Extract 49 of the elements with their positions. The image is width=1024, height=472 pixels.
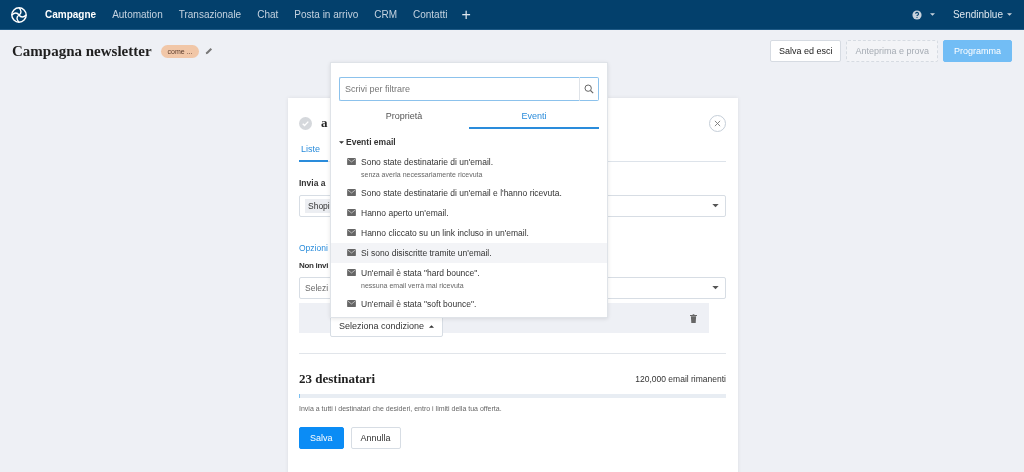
envelope-icon [347, 189, 356, 196]
help-menu-button[interactable] [911, 9, 935, 20]
event-option[interactable]: Hanno cliccato su un link incluso in un'email. [331, 223, 607, 243]
envelope-icon [347, 300, 356, 307]
search-icon[interactable] [584, 84, 594, 94]
add-menu-button[interactable]: + [461, 5, 471, 24]
envelope-icon [347, 158, 356, 165]
filter-field[interactable]: Scrivi per filtrare [339, 77, 579, 101]
event-option[interactable]: Si sono disiscritte tramite un'email. [331, 243, 607, 263]
caret-icon [339, 139, 344, 145]
caret-icon [929, 12, 935, 17]
field-label: Non invi [299, 261, 330, 270]
caret-icon [712, 204, 719, 208]
card-title: a [321, 115, 328, 131]
nav-item[interactable]: Campagne [45, 9, 97, 20]
nav-item[interactable]: Chat [257, 9, 279, 20]
nav-item[interactable]: Automation [112, 9, 163, 20]
check-icon [299, 116, 312, 130]
logo-icon[interactable] [10, 5, 28, 24]
list-tab[interactable]: Liste [299, 141, 328, 162]
envelope-icon [347, 229, 356, 236]
header-button[interactable]: Salva ed esci [769, 40, 842, 62]
remaining-emails: 120,000 email rimanenti [635, 374, 726, 384]
caret-icon [429, 324, 435, 328]
account-menu-button[interactable]: Sendinblue [952, 9, 1012, 20]
dropdown-tab[interactable]: Proprietà [339, 106, 469, 129]
campaign-title: Campagna newsletter [12, 42, 152, 60]
nav-item[interactable]: Contatti [413, 9, 448, 20]
envelope-icon [347, 269, 356, 276]
envelope-icon [347, 209, 356, 216]
nav-item[interactable]: CRM [374, 9, 397, 20]
caret-icon [712, 286, 719, 290]
form-button[interactable]: Annulla [350, 427, 401, 449]
event-option[interactable]: Un'email è stata "soft bounce". [331, 294, 607, 314]
dropdown-tab[interactable]: Eventi [469, 106, 599, 129]
close-icon [714, 119, 721, 127]
group-header[interactable]: Eventi email [339, 137, 396, 147]
nav-item[interactable]: Transazionale [178, 9, 242, 20]
nav-item[interactable]: Posta in arrivo [294, 9, 359, 20]
pencil-icon[interactable] [205, 47, 214, 55]
recipients-count: 23 destinatari [299, 371, 376, 387]
close-button[interactable] [709, 114, 726, 132]
trash-icon[interactable] [690, 313, 697, 323]
event-option[interactable]: Sono state destinatarie di un'email e l'hanno ricevuta. [331, 183, 607, 203]
caret-icon [1007, 12, 1012, 17]
envelope-icon [347, 249, 356, 256]
help-icon [911, 9, 922, 20]
event-option[interactable]: Hanno aperto un'email. [331, 203, 607, 223]
field-label: Invia a [299, 178, 327, 188]
